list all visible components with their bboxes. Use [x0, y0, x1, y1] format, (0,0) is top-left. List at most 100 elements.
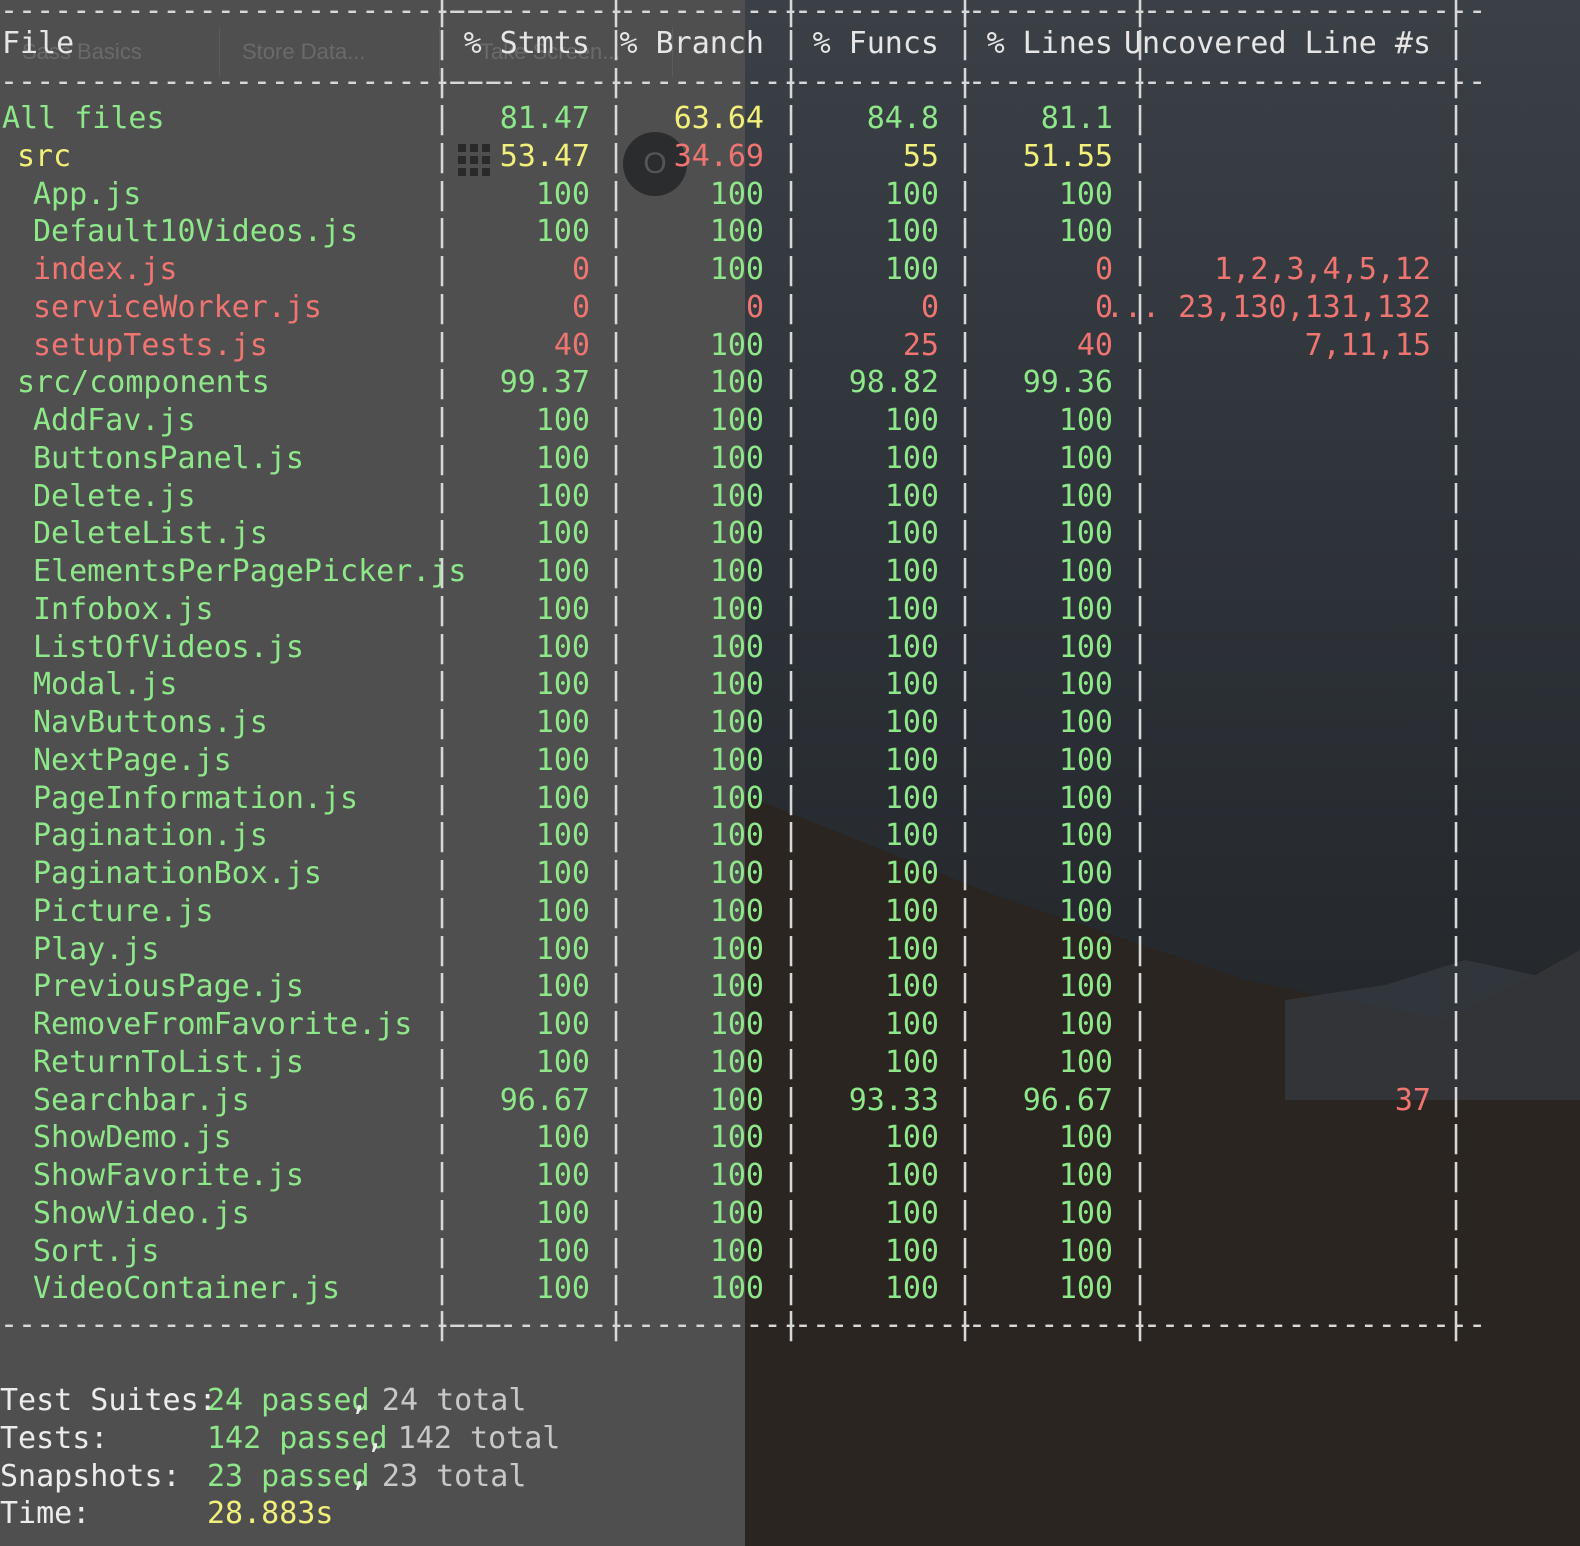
file-name: src/components: [17, 365, 270, 400]
column-separator: |: [607, 1196, 626, 1231]
column-separator: |: [433, 969, 452, 1004]
column-separator: |: [1131, 479, 1150, 514]
column-separator: |: [1447, 365, 1466, 400]
cell-lines: 100: [1058, 1007, 1113, 1042]
cell-lines: 100: [1058, 743, 1113, 778]
column-separator: |: [1447, 969, 1466, 1004]
column-separator: |: [433, 856, 452, 891]
column-separator: |: [782, 1045, 801, 1080]
column-separator: |: [1131, 516, 1150, 551]
divider-num-segment: ----------: [794, 64, 975, 99]
column-separator: |: [607, 894, 626, 929]
cell-stmts: 100: [535, 1120, 590, 1155]
cell-stmts: 100: [535, 705, 590, 740]
cell-branch: 100: [709, 592, 764, 627]
summary-separator: ,: [366, 1421, 385, 1456]
file-name: ShowDemo.js: [33, 1120, 232, 1155]
summary-line: Time: 28.883s: [0, 1495, 1580, 1533]
table-row: index.js 0 100 100 0 1,2,3,4,5,12 | | | | | |: [0, 251, 1580, 289]
column-separator: |: [433, 403, 452, 438]
cell-lines: 100: [1058, 554, 1113, 589]
column-separator: |: [1447, 856, 1466, 891]
column-separator: |: [782, 214, 801, 249]
cell-branch: 100: [709, 479, 764, 514]
column-separator: |: [782, 743, 801, 778]
cell-uncovered-lines: 37: [1394, 1083, 1431, 1118]
column-separator: |: [433, 214, 452, 249]
file-name: Delete.js: [33, 479, 196, 514]
column-separator: |: [607, 856, 626, 891]
cell-lines: 100: [1058, 441, 1113, 476]
column-separator: |: [1131, 290, 1150, 325]
column-separator: |: [1131, 101, 1150, 136]
cell-funcs: 100: [884, 705, 939, 740]
column-separator: |: [1447, 1045, 1466, 1080]
cell-funcs: 100: [884, 1158, 939, 1193]
cell-funcs: 25: [902, 328, 939, 363]
column-separator: |: [782, 1007, 801, 1042]
column-separator: |: [1447, 290, 1466, 325]
table-row: Picture.js 100 100 100 100 | | | | | |: [0, 893, 1580, 931]
cell-branch: 100: [709, 1196, 764, 1231]
summary-label: Test Suites:: [0, 1383, 217, 1418]
column-separator: |: [782, 1120, 801, 1155]
column-separator: |: [1447, 328, 1466, 363]
file-name: NextPage.js: [33, 743, 232, 778]
file-name: All files: [2, 101, 165, 136]
divider-num-segment: ----------: [968, 1307, 1149, 1342]
divider-pipe: |: [782, 64, 801, 99]
column-separator: |: [1447, 139, 1466, 174]
cell-lines: 99.36: [1022, 365, 1113, 400]
cell-branch: 100: [709, 441, 764, 476]
cell-stmts: 100: [535, 441, 590, 476]
column-separator: |: [956, 479, 975, 514]
divider-pipe: |: [782, 1307, 801, 1342]
file-name: Pagination.js: [33, 818, 268, 853]
cell-lines: 100: [1058, 894, 1113, 929]
column-separator: |: [1131, 1120, 1150, 1155]
column-separator: |: [1131, 856, 1150, 891]
cell-stmts: 100: [535, 214, 590, 249]
column-separator: |: [1131, 1234, 1150, 1269]
column-separator: |: [433, 26, 452, 61]
cell-stmts: 100: [535, 1271, 590, 1306]
column-separator: |: [1131, 705, 1150, 740]
column-separator: |: [607, 290, 626, 325]
column-separator: |: [607, 328, 626, 363]
column-separator: |: [782, 969, 801, 1004]
divider-pipe: |: [607, 1307, 626, 1342]
file-name: NavButtons.js: [33, 705, 268, 740]
column-separator: |: [607, 630, 626, 665]
column-separator: |: [607, 667, 626, 702]
summary-passed: 28.883s: [207, 1496, 334, 1531]
column-separator: |: [782, 1158, 801, 1193]
column-separator: |: [1447, 592, 1466, 627]
cell-stmts: 81.47: [499, 101, 590, 136]
cell-stmts: 100: [535, 856, 590, 891]
column-separator: |: [1131, 592, 1150, 627]
table-row: Pagination.js 100 100 100 100 | | | | | |: [0, 817, 1580, 855]
column-separator: |: [1447, 516, 1466, 551]
column-separator: |: [433, 1158, 452, 1193]
file-name: DeleteList.js: [33, 516, 268, 551]
table-row: ShowVideo.js 100 100 100 100 | | | | | |: [0, 1195, 1580, 1233]
cell-funcs: 100: [884, 1196, 939, 1231]
column-separator: |: [956, 781, 975, 816]
cell-funcs: 100: [884, 630, 939, 665]
cell-stmts: 40: [553, 328, 590, 363]
cell-stmts: 100: [535, 630, 590, 665]
divider-pipe: |: [956, 1307, 975, 1342]
cell-branch: 100: [709, 252, 764, 287]
cell-lines: 100: [1058, 177, 1113, 212]
column-separator: |: [607, 743, 626, 778]
column-separator: |: [956, 667, 975, 702]
column-separator: |: [956, 630, 975, 665]
summary-label: Tests:: [0, 1421, 109, 1456]
cell-funcs: 100: [884, 1007, 939, 1042]
header-funcs: % Funcs: [812, 26, 939, 61]
column-separator: |: [782, 818, 801, 853]
column-separator: |: [782, 101, 801, 136]
divider-pipe: |: [1447, 1307, 1466, 1342]
column-separator: |: [956, 252, 975, 287]
table-row: src 53.47 34.69 55 51.55 | | | | | |: [0, 138, 1580, 176]
